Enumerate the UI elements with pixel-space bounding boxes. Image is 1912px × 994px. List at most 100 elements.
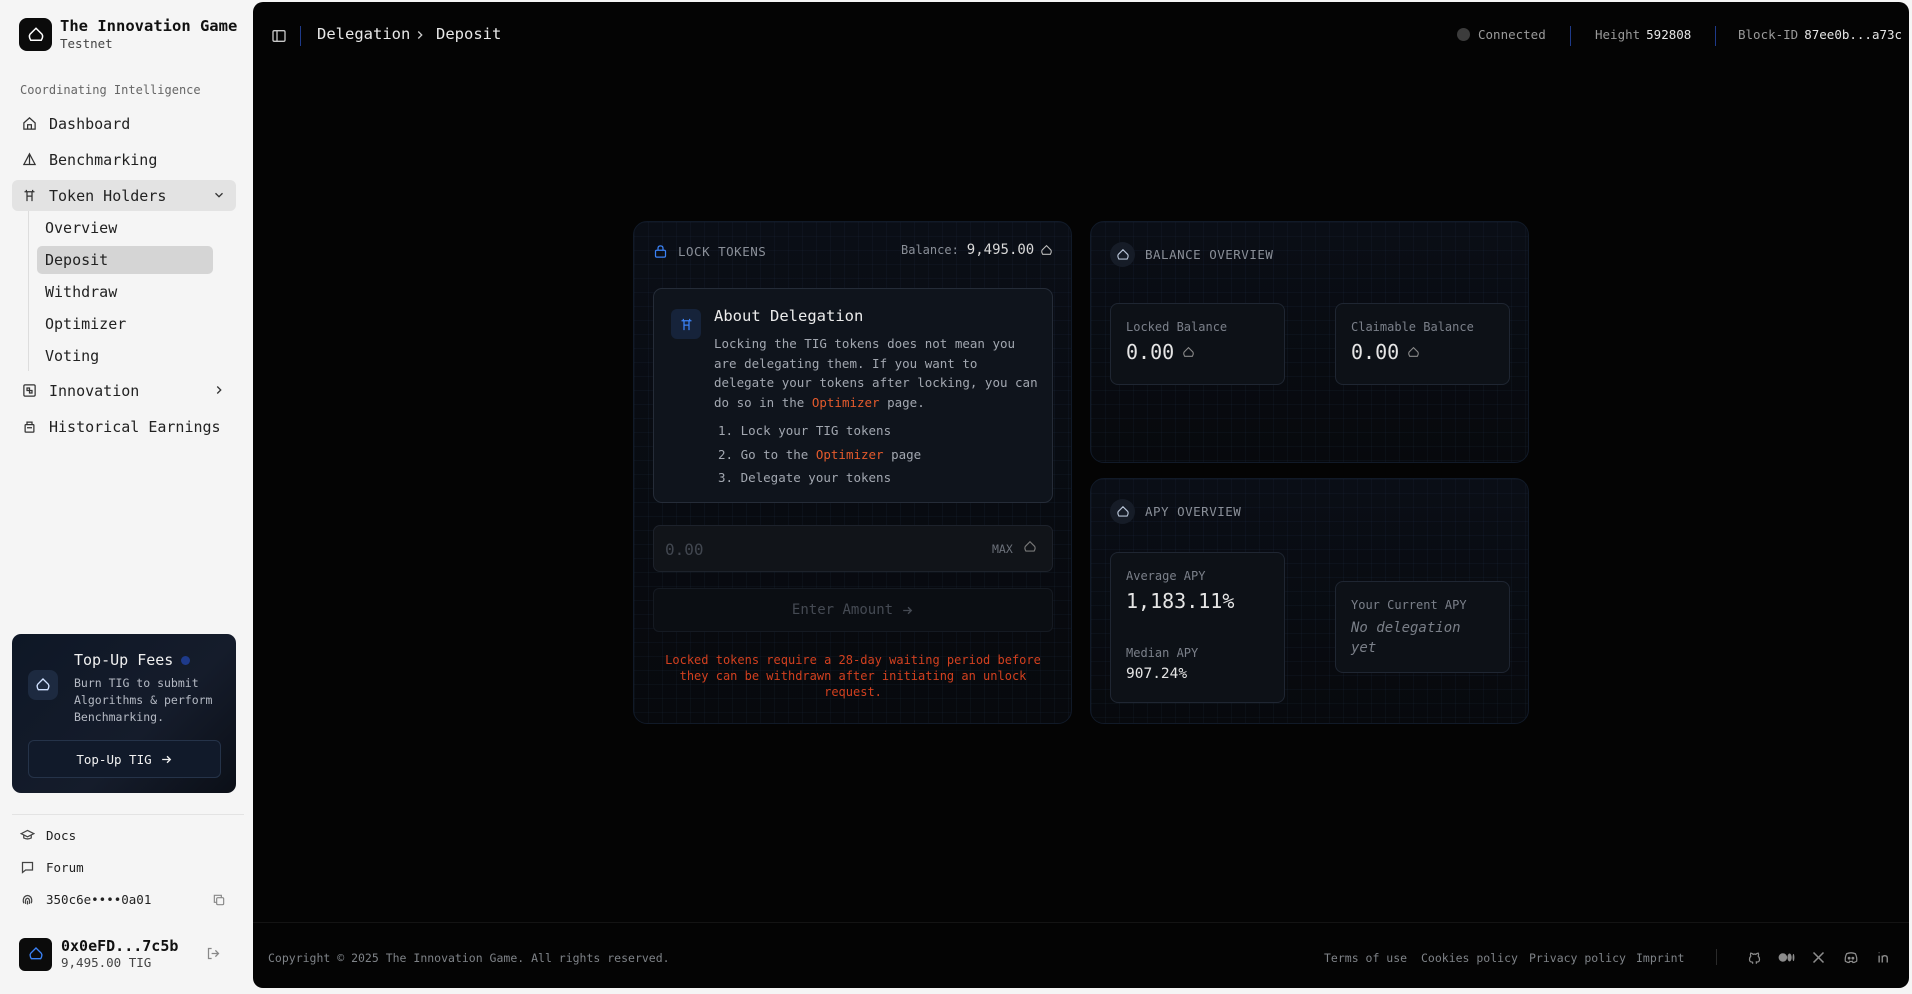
step-text: Lock your TIG tokens <box>740 423 892 438</box>
sidebar-subitem-optimizer[interactable]: Optimizer <box>37 310 213 338</box>
chevron-right-icon <box>212 383 226 397</box>
header-divider <box>300 26 301 46</box>
token-holders-icon <box>671 309 701 339</box>
sidebar-item-label: Historical Earnings <box>49 417 221 436</box>
current-apy-value: No delegation yet <box>1351 620 1461 656</box>
step-text: Delegate your tokens <box>740 470 892 485</box>
benchmark-icon <box>21 152 37 168</box>
sidebar-item-label: Innovation <box>49 381 140 400</box>
balance-overview-header: BALANCE OVERVIEW <box>1110 242 1273 267</box>
topup-button-label: Top-Up TIG <box>76 751 152 767</box>
arrow-right-icon <box>901 604 914 617</box>
enter-amount-button[interactable]: Enter Amount <box>653 588 1053 632</box>
api-key-value: 350c6e••••0a01 <box>46 892 152 907</box>
brand[interactable]: The Innovation Game Testnet <box>19 17 237 52</box>
medium-icon[interactable] <box>1778 950 1795 965</box>
sidebar-subitem-deposit[interactable]: Deposit <box>37 246 213 274</box>
locked-balance-stat: Locked Balance 0.00 <box>1110 303 1285 385</box>
sidebar-item-innovation[interactable]: Innovation <box>12 375 236 406</box>
claimable-balance-stat: Claimable Balance 0.00 <box>1335 303 1510 385</box>
claimable-balance-value: 0.00 <box>1351 340 1420 364</box>
footer-divider <box>1716 949 1717 965</box>
height-value: 592808 <box>1646 27 1692 42</box>
token-holders-icon <box>21 188 37 204</box>
apy-overview-card: APY OVERVIEW Average APY 1,183.11% Media… <box>1090 478 1529 724</box>
apy-overview-title: APY OVERVIEW <box>1145 504 1242 519</box>
sidebar-toggle-icon[interactable] <box>271 28 287 44</box>
step-text: page <box>891 446 922 462</box>
average-apy-label: Average APY <box>1126 569 1206 583</box>
sidebar-item-label: Benchmarking <box>49 150 158 169</box>
claimable-balance-amount: 0.00 <box>1351 340 1400 364</box>
terms-link[interactable]: Terms of use <box>1324 951 1407 965</box>
github-icon[interactable] <box>1747 950 1762 965</box>
lock-tokens-header: LOCK TOKENS <box>653 244 766 259</box>
block-id: Block-ID 87ee0b...a73c <box>1738 27 1902 42</box>
amount-input[interactable]: 0.00 MAX <box>653 525 1053 572</box>
user-account[interactable]: 0x0eFD...7c5b 9,495.00 TIG <box>19 937 178 971</box>
median-apy-label: Median APY <box>1126 646 1199 660</box>
brand-name: The Innovation Game <box>60 17 238 35</box>
cookies-link[interactable]: Cookies policy <box>1421 951 1518 965</box>
sidebar-subitem-overview[interactable]: Overview <box>37 214 213 242</box>
tig-token-icon <box>1182 346 1195 359</box>
tig-token-icon <box>1407 346 1420 359</box>
step-item: 1. Lock your TIG tokens <box>718 423 892 438</box>
chevron-right-icon <box>413 28 427 42</box>
about-text-after: page. <box>887 394 925 410</box>
lock-balance: Balance: 9,495.00 <box>901 242 1053 258</box>
docs-link[interactable]: Docs <box>20 828 76 843</box>
copy-icon[interactable] <box>212 893 226 907</box>
topup-title: Top-Up Fees <box>74 651 191 669</box>
about-delegation-box: About Delegation Locking the TIG tokens … <box>653 288 1053 503</box>
step-item: 3. Delegate your tokens <box>718 470 892 485</box>
sidebar-subitem-withdraw[interactable]: Withdraw <box>37 278 213 306</box>
steps-list: 1. Lock your TIG tokens 2. Go to the Opt… <box>718 419 921 490</box>
breadcrumb-delegation[interactable]: Delegation <box>317 25 410 43</box>
sidebar-item-dashboard[interactable]: Dashboard <box>12 108 236 139</box>
imprint-link[interactable]: Imprint <box>1636 951 1684 965</box>
innovation-icon <box>21 383 37 399</box>
x-icon[interactable] <box>1811 950 1826 965</box>
topup-button[interactable]: Top-Up TIG <box>28 740 221 778</box>
network-label: Testnet <box>60 36 113 51</box>
earnings-icon <box>21 419 37 435</box>
sidebar-item-historical-earnings[interactable]: Historical Earnings <box>12 411 236 442</box>
header-divider <box>1715 26 1716 46</box>
lock-tokens-title: LOCK TOKENS <box>678 244 767 259</box>
claimable-balance-label: Claimable Balance <box>1351 320 1474 334</box>
sidebar-subitem-voting[interactable]: Voting <box>37 342 213 370</box>
max-button[interactable]: MAX <box>992 542 1013 556</box>
arrow-right-icon <box>160 753 173 766</box>
forum-icon <box>20 860 35 875</box>
api-key: 350c6e••••0a01 <box>20 892 151 907</box>
height-label: Height <box>1595 27 1641 42</box>
sidebar-item-token-holders[interactable]: Token Holders <box>12 180 236 211</box>
tig-logo-icon <box>1110 499 1135 524</box>
privacy-link[interactable]: Privacy policy <box>1529 951 1626 965</box>
block-height: Height 592808 <box>1595 27 1691 42</box>
connection-dot-icon <box>1457 28 1470 41</box>
lock-warning: Locked tokens require a 28-day waiting p… <box>665 653 1041 699</box>
section-label: Coordinating Intelligence <box>20 83 201 97</box>
about-title: About Delegation <box>714 307 864 325</box>
logout-icon[interactable] <box>206 946 221 961</box>
balance-overview-title: BALANCE OVERVIEW <box>1145 247 1274 262</box>
page-footer: Copyright © 2025 The Innovation Game. Al… <box>253 922 1909 988</box>
wallet-address: 0x0eFD...7c5b <box>61 937 179 955</box>
optimizer-link[interactable]: Optimizer <box>812 395 880 410</box>
header-divider <box>1570 26 1571 46</box>
linkedin-icon[interactable] <box>1876 950 1891 965</box>
discord-icon[interactable] <box>1843 950 1859 965</box>
topup-description: Burn TIG to submit Algorithms & perform … <box>74 676 213 724</box>
locked-balance-label: Locked Balance <box>1126 320 1228 334</box>
forum-label: Forum <box>46 860 84 875</box>
amount-placeholder: 0.00 <box>665 540 704 559</box>
chevron-down-icon <box>212 188 226 202</box>
sidebar-item-benchmarking[interactable]: Benchmarking <box>12 144 236 175</box>
status-dot-icon <box>181 656 191 665</box>
forum-link[interactable]: Forum <box>20 860 84 875</box>
optimizer-link[interactable]: Optimizer <box>816 447 884 462</box>
sidebar-divider <box>12 814 244 815</box>
tig-logo-icon <box>28 670 58 700</box>
